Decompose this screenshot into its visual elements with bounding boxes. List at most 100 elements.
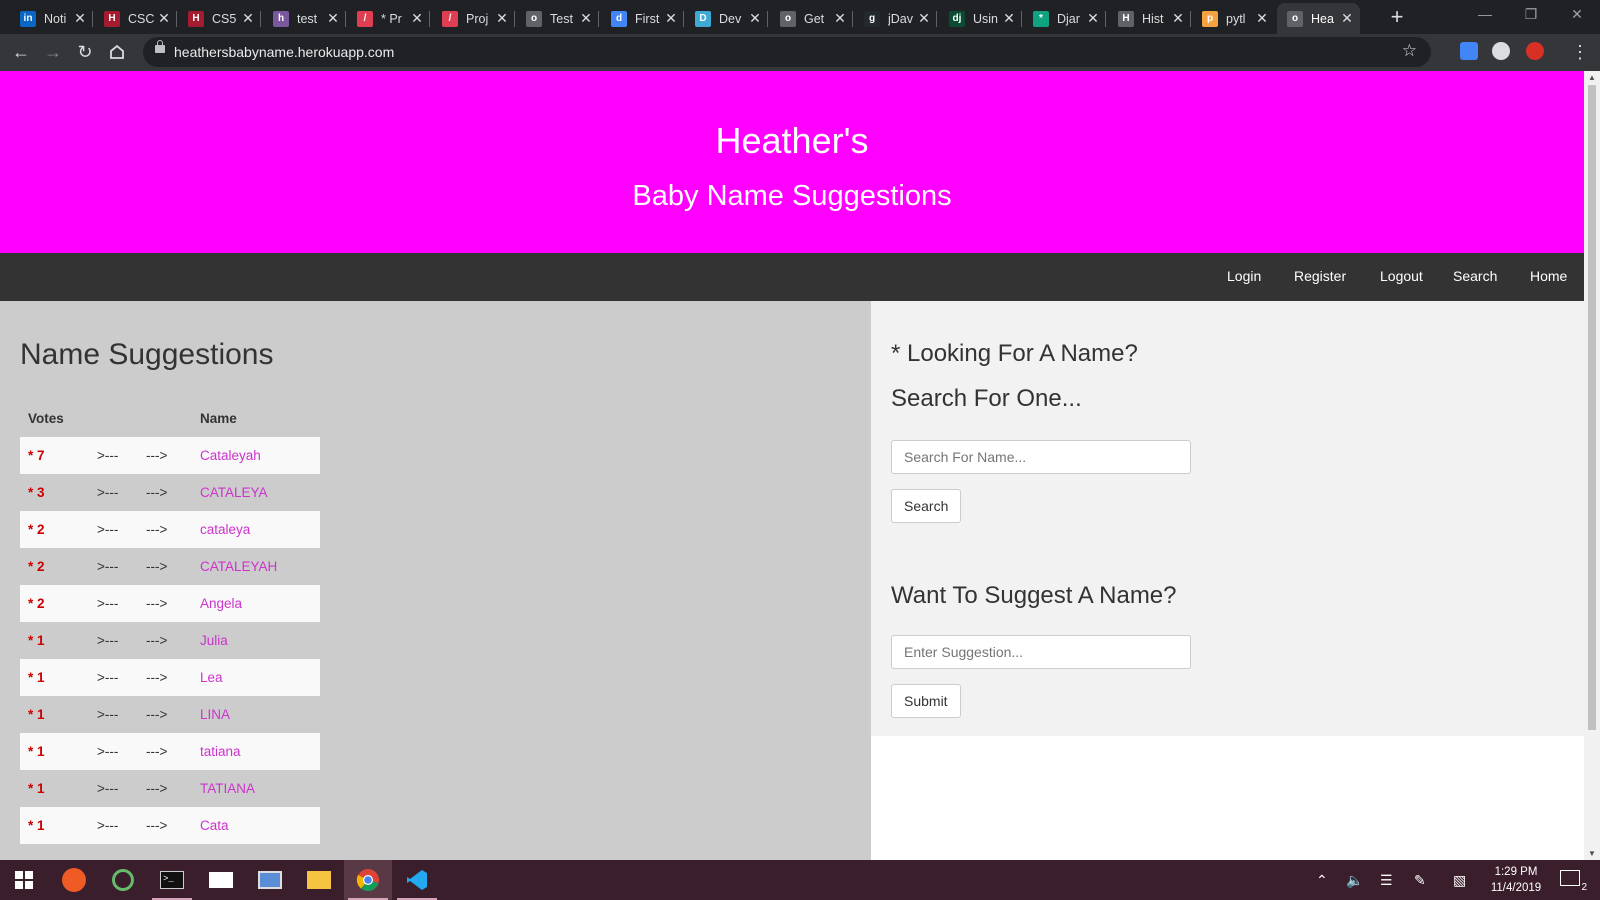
browser-tab[interactable]: dj Usin ✕ <box>939 3 1022 34</box>
name-link[interactable]: CATALEYAH <box>200 559 277 574</box>
arrow-right-text: ---> <box>146 744 168 759</box>
atom-icon[interactable] <box>99 860 147 900</box>
table-row: * 1 >--- ---> tatiana <box>20 733 320 770</box>
postman-icon[interactable] <box>50 860 98 900</box>
volume-icon[interactable]: 🔈 <box>1346 872 1363 889</box>
browser-tab[interactable]: d First ✕ <box>601 3 684 34</box>
close-tab-icon[interactable]: ✕ <box>1253 10 1271 27</box>
name-link[interactable]: CATALEYA <box>200 485 268 500</box>
close-tab-icon[interactable]: ✕ <box>493 10 511 27</box>
close-tab-icon[interactable]: ✕ <box>71 10 89 27</box>
terminal-icon[interactable]: >_ <box>148 860 196 900</box>
file-explorer-icon[interactable] <box>295 860 343 900</box>
close-tab-icon[interactable]: ✕ <box>408 10 426 27</box>
browser-tab[interactable]: D Dev ✕ <box>685 3 768 34</box>
name-link[interactable]: TATIANA <box>200 781 255 796</box>
close-tab-icon[interactable]: ✕ <box>239 10 257 27</box>
nav-search-link[interactable]: Search <box>1453 268 1497 284</box>
search-button[interactable]: Search <box>891 489 962 523</box>
bookmark-star-icon[interactable]: ☆ <box>1402 41 1417 61</box>
name-link[interactable]: Julia <box>200 633 228 648</box>
scroll-up-arrow-icon[interactable]: ▲ <box>1584 73 1600 82</box>
taskbar-clock[interactable]: 1:29 PM 11/4/2019 <box>1488 864 1544 896</box>
action-center-icon[interactable]: 2 <box>1560 870 1587 893</box>
forward-icon[interactable]: → <box>41 40 65 64</box>
browser-tab[interactable]: o Hea ✕ <box>1277 3 1360 34</box>
browser-tab[interactable]: H Hist ✕ <box>1108 3 1191 34</box>
translate-extension-icon[interactable] <box>1460 42 1478 60</box>
close-tab-icon[interactable]: ✕ <box>577 10 595 27</box>
close-tab-icon[interactable]: ✕ <box>155 10 173 27</box>
arrow-right-text: ---> <box>146 670 168 685</box>
name-column-header: Name <box>200 411 237 426</box>
name-link[interactable]: Cataleyah <box>200 448 261 463</box>
name-link[interactable]: tatiana <box>200 744 241 759</box>
browser-tab[interactable]: H CS5 ✕ <box>178 3 261 34</box>
restore-button[interactable]: ❐ <box>1508 0 1554 30</box>
close-tab-icon[interactable]: ✕ <box>1169 10 1187 27</box>
url-text: heathersbabyname.herokuapp.com <box>174 44 395 60</box>
nav-login-link[interactable]: Login <box>1227 268 1261 284</box>
windows-start-icon[interactable] <box>0 860 48 900</box>
name-link[interactable]: Lea <box>200 670 223 685</box>
reload-icon[interactable]: ↻ <box>73 40 97 64</box>
browser-tab[interactable]: H CSC ✕ <box>94 3 177 34</box>
nav-logout-link[interactable]: Logout <box>1380 268 1423 284</box>
minimize-button[interactable]: — <box>1462 0 1508 30</box>
close-window-button[interactable]: ✕ <box>1554 0 1600 30</box>
browser-tab-strip: + — ❐ ✕ in Noti ✕ H CSC ✕ H CS5 ✕ h test ✕ / * Pr ✕ / Pr… <box>0 0 1600 34</box>
browser-tab[interactable]: * Djar ✕ <box>1023 3 1106 34</box>
close-tab-icon[interactable]: ✕ <box>746 10 764 27</box>
remote-desktop-icon[interactable] <box>246 860 294 900</box>
harvard-shield-icon: H <box>188 10 204 27</box>
browser-tab[interactable]: g jDav ✕ <box>854 3 937 34</box>
scroll-down-arrow-icon[interactable]: ▼ <box>1584 849 1600 858</box>
pen-tray-icon[interactable]: ✎ <box>1414 872 1426 889</box>
browser-tab[interactable]: / * Pr ✕ <box>347 3 430 34</box>
tab-title: * Pr <box>381 11 402 26</box>
nav-home-link[interactable]: Home <box>1530 268 1567 284</box>
name-link[interactable]: cataleya <box>200 522 250 537</box>
address-bar[interactable]: heathersbabyname.herokuapp.com ☆ <box>143 37 1431 67</box>
submit-button[interactable]: Submit <box>891 684 961 718</box>
scroll-thumb[interactable] <box>1588 85 1596 730</box>
close-tab-icon[interactable]: ✕ <box>831 10 849 27</box>
network-icon[interactable]: ☰ <box>1380 872 1393 889</box>
name-link[interactable]: Cata <box>200 818 229 833</box>
close-tab-icon[interactable]: ✕ <box>1338 10 1356 27</box>
profile-avatar[interactable] <box>1526 42 1544 60</box>
browser-menu-icon[interactable]: ⋮ <box>1568 40 1592 64</box>
name-link[interactable]: Angela <box>200 596 242 611</box>
keyboard-icon[interactable]: ▧ <box>1453 872 1466 889</box>
home-icon[interactable] <box>105 40 129 64</box>
search-input[interactable] <box>891 440 1191 474</box>
vscode-icon[interactable] <box>393 860 441 900</box>
browser-tab[interactable]: h test ✕ <box>263 3 346 34</box>
close-tab-icon[interactable]: ✕ <box>915 10 933 27</box>
close-tab-icon[interactable]: ✕ <box>324 10 342 27</box>
arrow-left-text: >--- <box>97 781 119 796</box>
back-icon[interactable]: ← <box>9 40 33 64</box>
mail-icon[interactable] <box>197 860 245 900</box>
dark-mode-extension-icon[interactable] <box>1492 42 1510 60</box>
browser-tab[interactable]: / Proj ✕ <box>432 3 515 34</box>
browser-tab[interactable]: in Noti ✕ <box>10 3 93 34</box>
close-tab-icon[interactable]: ✕ <box>1000 10 1018 27</box>
search-subheading: Search For One... <box>891 385 1082 412</box>
close-tab-icon[interactable]: ✕ <box>1084 10 1102 27</box>
suggestion-input[interactable] <box>891 635 1191 669</box>
close-tab-icon[interactable]: ✕ <box>662 10 680 27</box>
new-tab-button[interactable]: + <box>1383 5 1411 31</box>
browser-tab[interactable]: o Test ✕ <box>516 3 599 34</box>
nav-register-link[interactable]: Register <box>1294 268 1346 284</box>
browser-tab[interactable]: p pytl ✕ <box>1192 3 1275 34</box>
browser-tab[interactable]: o Get ✕ <box>770 3 853 34</box>
arrow-left-text: >--- <box>97 485 119 500</box>
history-icon: H <box>1118 10 1134 27</box>
arrow-left-text: >--- <box>97 670 119 685</box>
page-scrollbar[interactable]: ▲ ▼ <box>1584 71 1600 860</box>
tab-title: Usin <box>973 11 999 26</box>
chrome-icon[interactable] <box>344 860 392 900</box>
name-link[interactable]: LINA <box>200 707 230 722</box>
tray-overflow-icon[interactable]: ⌃ <box>1316 872 1328 889</box>
